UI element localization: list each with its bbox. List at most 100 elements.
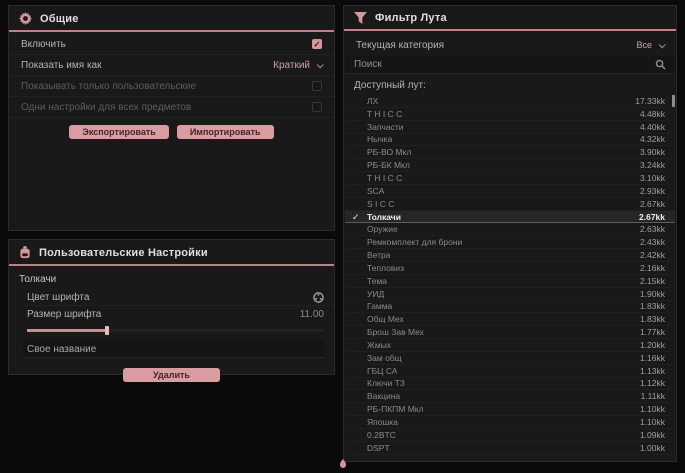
- slider-handle[interactable]: [105, 326, 109, 335]
- loot-item-row[interactable]: Брош Зав Мех1.77kk: [345, 326, 675, 339]
- loot-item-name: SCA: [367, 186, 384, 196]
- setting-label: Включить: [21, 39, 66, 50]
- loot-item-row[interactable]: SCA 2.93kk: [345, 185, 675, 198]
- checkbox[interactable]: [312, 102, 322, 112]
- loot-item-row[interactable]: Гамма1.83kk: [345, 301, 675, 314]
- loot-item-row[interactable]: Запчасти4.40kk: [345, 121, 675, 134]
- import-button[interactable]: Импортировать: [177, 125, 274, 139]
- loot-item-row[interactable]: T H I C C4.48kk: [345, 108, 675, 121]
- loot-filter-underline: [344, 29, 676, 31]
- category-select[interactable]: Все: [636, 40, 664, 50]
- font-size-slider[interactable]: [27, 326, 324, 335]
- loot-filter-header: Фильтр Лута: [344, 6, 676, 29]
- custom-name-input[interactable]: [23, 341, 324, 358]
- loot-item-name: T H I C C: [367, 173, 402, 183]
- search-icon[interactable]: [655, 59, 666, 70]
- loot-item-name: Оружие: [367, 224, 398, 234]
- loot-item-value: 1.13kk: [640, 366, 665, 376]
- loot-item-value: 1.00kk: [640, 443, 665, 453]
- loot-item-value: 1.83kk: [640, 314, 665, 324]
- checkbox[interactable]: ✓: [312, 39, 322, 49]
- loot-item-name: Тепловиз: [367, 263, 404, 273]
- loot-item-row[interactable]: Тема 2.15kk: [345, 275, 675, 288]
- loot-item-name: Вакцина: [367, 391, 400, 401]
- loot-item-row[interactable]: Оружие 2.63kk: [345, 223, 675, 236]
- loot-item-name: УИД: [367, 289, 384, 299]
- loot-item-value: 4.40kk: [640, 122, 665, 132]
- loot-item-row[interactable]: 0.2BTC1.09kk: [345, 429, 675, 442]
- loot-item-row[interactable]: ЛХ 17.33kk: [345, 95, 675, 108]
- loot-item-value: 4.48kk: [640, 109, 665, 119]
- loot-item-value: 2.42kk: [640, 250, 665, 260]
- color-wheel-icon[interactable]: [313, 292, 324, 303]
- loot-item-row[interactable]: Ветра 2.42kk: [345, 249, 675, 262]
- loot-item-name: Толкачи: [367, 212, 401, 222]
- loot-item-value: 3.90kk: [640, 147, 665, 157]
- loot-item-row[interactable]: ГБЦ СА 1.13kk: [345, 365, 675, 378]
- loot-item-row[interactable]: УИД 1.90kk: [345, 288, 675, 301]
- settings-row: Показать имя как Краткий: [9, 55, 334, 76]
- setting-label: Показывать только пользовательские: [21, 81, 196, 92]
- loot-item-row[interactable]: ✓Толкачи2.67kk: [345, 211, 675, 224]
- settings-row: Включить ✓: [9, 34, 334, 55]
- user-settings-title: Пользовательские Настройки: [39, 247, 208, 259]
- loot-item-name: Общ Мех: [367, 314, 404, 324]
- loot-filter-panel: Фильтр Лута Текущая категория Все Доступ…: [343, 5, 677, 462]
- category-row: Текущая категория Все: [344, 34, 676, 56]
- loot-item-name: РБ-БК Мкл: [367, 160, 410, 170]
- delete-button[interactable]: Удалить: [123, 368, 220, 382]
- loot-item-name: Ключи ТЗ: [367, 378, 405, 388]
- loot-item-value: 17.33kk: [635, 96, 665, 106]
- slider-fill: [27, 329, 107, 332]
- loot-item-value: 1.10kk: [640, 404, 665, 414]
- font-color-row[interactable]: Цвет шрифта: [23, 289, 334, 306]
- loot-item-row[interactable]: РБ-ВО Мкл 3.90kk: [345, 146, 675, 159]
- loot-item-name: DSPT: [367, 443, 390, 453]
- loot-item-row[interactable]: T H I C C3.10kk: [345, 172, 675, 185]
- loot-item-name: ЛХ: [367, 96, 378, 106]
- loot-item-row[interactable]: Общ Мех 1.83kk: [345, 313, 675, 326]
- checkbox[interactable]: [312, 81, 322, 91]
- gear-icon: [19, 12, 32, 25]
- loot-item-row[interactable]: Вакцина1.11kk: [345, 390, 675, 403]
- loot-item-name: РБ-ВО Мкл: [367, 147, 411, 157]
- loot-item-row[interactable]: РБ-БК Мкл3.24kk: [345, 159, 675, 172]
- loot-item-name: Тема: [367, 276, 387, 286]
- select-value: Краткий: [273, 60, 310, 71]
- loot-item-row[interactable]: Япошка1.10kk: [345, 416, 675, 429]
- loot-item-value: 2.63kk: [640, 224, 665, 234]
- search-bar[interactable]: [345, 56, 675, 74]
- general-panel-title: Общие: [40, 13, 79, 25]
- loot-item-value: 2.15kk: [640, 276, 665, 286]
- setting-label: Одни настройки для всех предметов: [21, 102, 191, 113]
- font-size-row: Размер шрифта 11.00: [23, 306, 334, 323]
- user-settings-panel: Пользовательские Настройки Толкачи Цвет …: [8, 239, 335, 375]
- loot-item-value: 1.09kk: [640, 430, 665, 440]
- loot-item-row[interactable]: Ключи ТЗ1.12kk: [345, 378, 675, 391]
- loot-item-row[interactable]: DSPT 1.00kk: [345, 442, 675, 455]
- bottom-center-icon: [339, 459, 347, 469]
- loot-item-value: 1.90kk: [640, 289, 665, 299]
- loot-item-name: ГБЦ СА: [367, 366, 397, 376]
- loot-item-row[interactable]: S I C C2.67kk: [345, 198, 675, 211]
- category-value: Все: [636, 40, 652, 50]
- loot-item-row[interactable]: Нычка4.32kk: [345, 134, 675, 147]
- loot-item-value: 1.83kk: [640, 301, 665, 311]
- loot-item-value: 1.77kk: [640, 327, 665, 337]
- name-format-select[interactable]: Краткий: [273, 60, 322, 71]
- loot-item-value: 1.20kk: [640, 340, 665, 350]
- chevron-down-icon: [659, 41, 666, 48]
- loot-item-value: 2.93kk: [640, 186, 665, 196]
- loot-item-name: Зам общ: [367, 353, 402, 363]
- loot-item-row[interactable]: Жмых1.20kk: [345, 339, 675, 352]
- loot-item-row[interactable]: Тепловиз2.16kk: [345, 262, 675, 275]
- search-input[interactable]: [354, 59, 614, 70]
- setting-label: Показать имя как: [21, 60, 101, 71]
- loot-item-row[interactable]: Ремкомплект для брони2.43kk: [345, 236, 675, 249]
- export-button[interactable]: Экспортировать: [69, 125, 168, 139]
- check-icon: ✓: [352, 212, 360, 223]
- loot-item-name: Нычка: [367, 134, 392, 144]
- loot-item-row[interactable]: РБ-ПКПМ Мкл1.10kk: [345, 403, 675, 416]
- loot-item-name: Ветра: [367, 250, 390, 260]
- loot-item-row[interactable]: Зам общ1.16kk: [345, 352, 675, 365]
